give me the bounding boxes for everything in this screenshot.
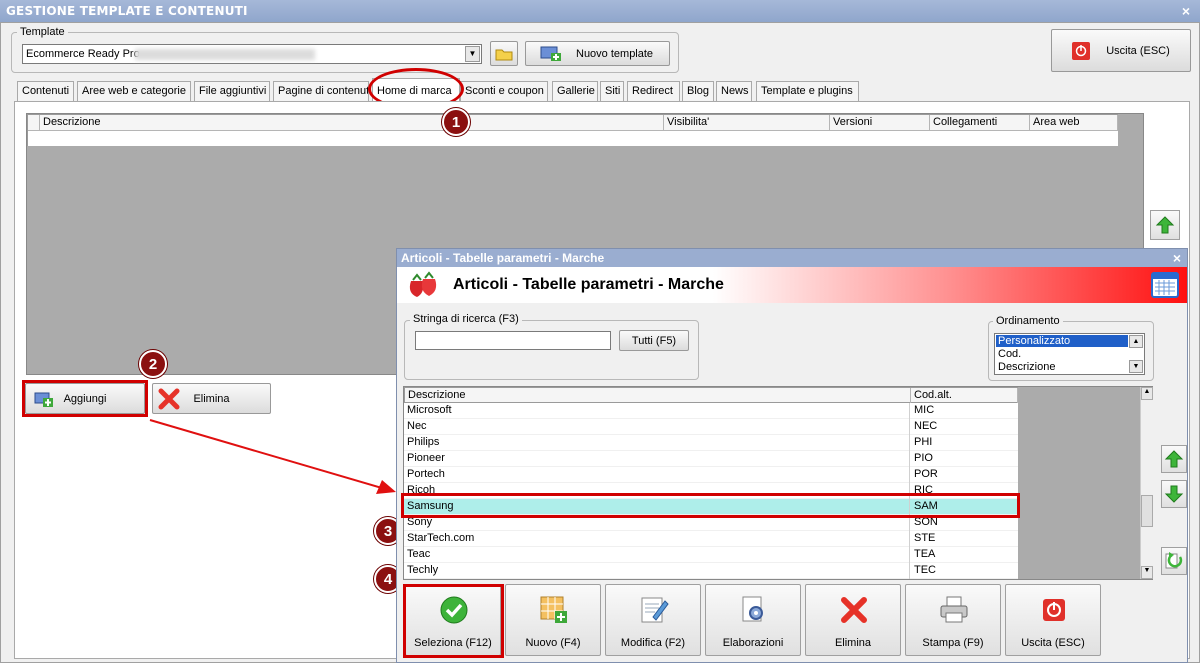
dialog-delete-button[interactable]: Elimina: [805, 584, 901, 656]
edit-label: Modifica (F2): [620, 637, 686, 649]
brands-scrollbar[interactable]: ▲ ▼: [1140, 387, 1153, 579]
process-label: Elaborazioni: [722, 637, 784, 649]
ordering-option[interactable]: Descrizione: [998, 361, 1055, 373]
dialog-title: Articoli - Tabelle parametri - Marche: [401, 251, 605, 265]
dialog-exit-button[interactable]: Uscita (ESC): [1005, 584, 1101, 656]
step-badge-1: 1: [442, 108, 470, 136]
brand-description: Techly: [407, 564, 439, 576]
refresh-icon: [1165, 552, 1183, 569]
brand-row[interactable]: Philips PHI: [404, 435, 1018, 451]
print-button[interactable]: Stampa (F9): [905, 584, 1001, 656]
ordering-list[interactable]: Personalizzato Cod. Descrizione ▲ ▼: [994, 333, 1145, 375]
process-button[interactable]: Elaborazioni: [705, 584, 801, 656]
brands-grid-header: Descrizione Cod.alt.: [404, 387, 1018, 403]
edit-icon: [641, 597, 669, 623]
dialog-banner-title: Articoli - Tabelle parametri - Marche: [453, 276, 724, 293]
brand-code: PHI: [914, 436, 933, 448]
search-input[interactable]: [415, 331, 611, 350]
ordering-option[interactable]: Cod.: [998, 348, 1021, 360]
dialog-exit-label: Uscita (ESC): [1021, 637, 1085, 649]
brand-description: Pioneer: [407, 452, 445, 464]
brand-description: Microsoft: [407, 404, 452, 416]
brand-row[interactable]: Techly TEC: [404, 563, 1018, 579]
delete-x-icon: [841, 597, 867, 623]
brand-description: Teac: [407, 548, 431, 560]
dialog-title-bar: Articoli - Tabelle parametri - Marche: [397, 249, 1187, 267]
step-badge-2: 2: [139, 350, 167, 378]
brand-code: STE: [914, 532, 936, 544]
brand-description: Portech: [407, 468, 445, 480]
printer-icon: [940, 596, 968, 623]
brand-code: TEA: [914, 548, 936, 560]
col-cod-alt[interactable]: Cod.alt.: [911, 388, 1018, 403]
scroll-thumb[interactable]: [1141, 495, 1153, 527]
dialog-delete-label: Elimina: [834, 637, 872, 649]
brand-row[interactable]: Pioneer PIO: [404, 451, 1018, 467]
brand-description: StarTech.com: [407, 532, 475, 544]
annotation-box-select: [403, 584, 504, 658]
new-label: Nuovo (F4): [525, 637, 581, 649]
gear-icon: [742, 596, 763, 622]
brand-code: POR: [914, 468, 938, 480]
brand-code: TEC: [914, 564, 936, 576]
move-up-button[interactable]: [1161, 445, 1187, 473]
arrow-down-icon: [1164, 485, 1184, 503]
brand-description: Nec: [407, 420, 427, 432]
scroll-up-icon[interactable]: ▲: [1141, 387, 1153, 400]
scroll-down-icon[interactable]: ▼: [1141, 566, 1153, 579]
brands-grid: Descrizione Cod.alt. Microsoft MIC Nec NEC P…: [403, 386, 1153, 580]
scroll-down-icon[interactable]: ▼: [1129, 360, 1143, 373]
scroll-up-icon[interactable]: ▲: [1129, 335, 1143, 348]
dialog-banner: Articoli - Tabelle parametri - Marche: [397, 267, 1187, 303]
edit-button[interactable]: Modifica (F2): [605, 584, 701, 656]
print-label: Stampa (F9): [922, 637, 984, 649]
brand-row[interactable]: Nec NEC: [404, 419, 1018, 435]
brand-row[interactable]: Microsoft MIC: [404, 403, 1018, 419]
brand-code: NEC: [914, 420, 938, 432]
brand-row[interactable]: Teac TEA: [404, 547, 1018, 563]
brand-row[interactable]: StarTech.com STE: [404, 531, 1018, 547]
move-down-button[interactable]: [1161, 480, 1187, 508]
search-label: Stringa di ricerca (F3): [410, 313, 522, 325]
new-button[interactable]: Nuovo (F4): [505, 584, 601, 656]
calendar-icon[interactable]: [1151, 272, 1179, 298]
annotation-box-samsung: [401, 493, 1020, 518]
all-button[interactable]: Tutti (F5): [619, 330, 689, 351]
col-descrizione[interactable]: Descrizione: [405, 388, 911, 403]
power-icon: [1043, 599, 1065, 621]
brand-code: MIC: [914, 404, 935, 416]
brand-description: Philips: [407, 436, 440, 448]
brand-row[interactable]: Portech POR: [404, 467, 1018, 483]
arrow-up-icon: [1164, 450, 1184, 468]
dialog-close-icon[interactable]: ×: [1173, 250, 1181, 266]
refresh-button[interactable]: [1161, 547, 1187, 575]
grid-add-icon: [540, 596, 567, 623]
ordering-option-selected[interactable]: Personalizzato: [996, 335, 1128, 347]
ordering-label: Ordinamento: [993, 315, 1063, 327]
brand-code: PIO: [914, 452, 933, 464]
strawberry-icon: [409, 271, 437, 297]
